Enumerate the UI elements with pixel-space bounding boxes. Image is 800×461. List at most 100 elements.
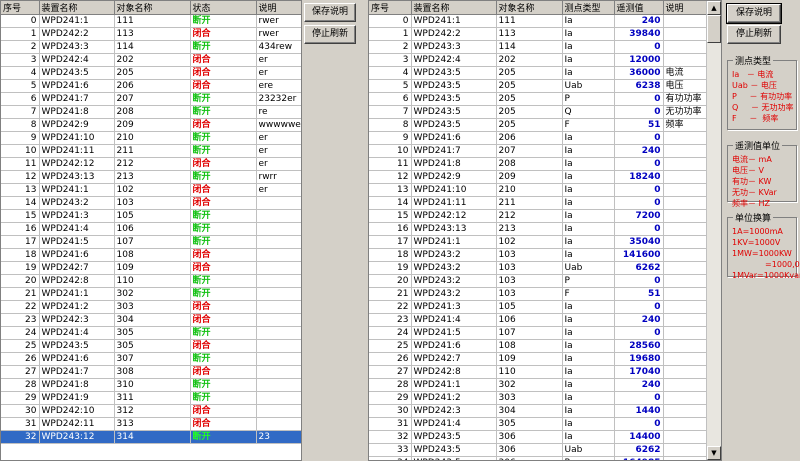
telemetry-col-header[interactable]: 装置名称 [411, 1, 497, 15]
table-row[interactable]: 16 WPD241:4 106 断开 [1, 222, 301, 236]
description-cell[interactable] [663, 131, 708, 145]
table-row[interactable]: 24 WPD241:5 107 Ia 0 [369, 326, 708, 340]
table-row[interactable]: 17 WPD241:5 107 断开 [1, 235, 301, 249]
description-cell[interactable] [663, 313, 708, 327]
table-row[interactable]: 19 WPD242:7 109 闭合 [1, 261, 301, 275]
description-cell[interactable] [256, 417, 301, 431]
telemetry-col-header[interactable]: 说明 [663, 1, 708, 15]
description-cell[interactable] [663, 378, 708, 392]
description-cell[interactable] [663, 53, 708, 67]
table-row[interactable]: 12 WPD242:9 209 Ia 18240 [369, 170, 708, 184]
table-row[interactable]: 5 WPD243:5 205 Uab 6238 电压 [369, 79, 708, 93]
description-cell[interactable] [256, 287, 301, 301]
table-row[interactable]: 20 WPD242:8 110 断开 [1, 274, 301, 288]
description-cell[interactable] [663, 209, 708, 223]
table-row[interactable]: 31 WPD241:4 305 Ia 0 [369, 417, 708, 431]
description-cell[interactable] [663, 456, 708, 460]
description-cell[interactable]: rwer [256, 27, 301, 41]
telemetry-col-header[interactable]: 序号 [369, 1, 412, 15]
table-row[interactable]: 23 WPD241:4 106 Ia 240 [369, 313, 708, 327]
table-row[interactable]: 32 WPD243:12 314 断开 23 [1, 430, 301, 444]
table-row[interactable]: 33 WPD243:5 306 Uab 6262 [369, 443, 708, 457]
table-row[interactable]: 8 WPD243:5 205 F 51 频率 [369, 118, 708, 132]
description-cell[interactable] [663, 443, 708, 457]
description-cell[interactable]: er [256, 144, 301, 158]
scroll-up-arrow-icon[interactable]: ▲ [707, 1, 721, 15]
telemetry-col-header[interactable]: 遥测值 [614, 1, 664, 15]
table-row[interactable]: 24 WPD241:4 305 断开 [1, 326, 301, 340]
description-cell[interactable] [663, 261, 708, 275]
description-cell[interactable] [663, 404, 708, 418]
table-row[interactable]: 27 WPD241:7 308 闭合 [1, 365, 301, 379]
table-row[interactable]: 10 WPD241:11 211 断开 er [1, 144, 301, 158]
table-row[interactable]: 6 WPD241:7 207 断开 23232er [1, 92, 301, 106]
table-row[interactable]: 26 WPD241:6 307 断开 [1, 352, 301, 366]
description-cell[interactable] [663, 27, 708, 41]
save-description-button[interactable]: 保存说明 [304, 3, 356, 22]
table-row[interactable]: 3 WPD242:4 202 闭合 er [1, 53, 301, 67]
description-cell[interactable]: 频率 [663, 118, 708, 132]
stop-refresh-button[interactable]: 停止刷新 [304, 25, 356, 44]
telemetry-col-header[interactable]: 对象名称 [496, 1, 563, 15]
description-cell[interactable] [256, 196, 301, 210]
table-row[interactable]: 1 WPD242:2 113 闭合 rwer [1, 27, 301, 41]
status-col-header[interactable]: 说明 [256, 1, 301, 15]
description-cell[interactable] [256, 248, 301, 262]
description-cell[interactable]: wwwwwer [256, 118, 301, 132]
description-cell[interactable]: 有功功率 [663, 92, 708, 106]
description-cell[interactable] [663, 170, 708, 184]
table-row[interactable]: 14 WPD243:2 103 闭合 [1, 196, 301, 210]
description-cell[interactable]: 434rew [256, 40, 301, 54]
table-row[interactable]: 20 WPD243:2 103 P 0 [369, 274, 708, 288]
table-row[interactable]: 13 WPD241:1 102 闭合 er [1, 183, 301, 197]
description-cell[interactable] [256, 209, 301, 223]
description-cell[interactable] [663, 14, 708, 28]
table-row[interactable]: 18 WPD241:6 108 闭合 [1, 248, 301, 262]
description-cell[interactable]: er [256, 66, 301, 80]
save-description-button-right[interactable]: 保存说明 [726, 3, 782, 24]
stop-refresh-button-right[interactable]: 停止刷新 [727, 25, 781, 44]
description-cell[interactable] [256, 261, 301, 275]
table-row[interactable]: 27 WPD242:8 110 Ia 17040 [369, 365, 708, 379]
description-cell[interactable] [663, 157, 708, 171]
table-row[interactable]: 4 WPD243:5 205 闭合 er [1, 66, 301, 80]
table-row[interactable]: 26 WPD242:7 109 Ia 19680 [369, 352, 708, 366]
table-row[interactable]: 19 WPD243:2 103 Uab 6262 [369, 261, 708, 275]
description-cell[interactable] [663, 274, 708, 288]
description-cell[interactable]: 23 [256, 430, 301, 444]
description-cell[interactable] [256, 391, 301, 405]
description-cell[interactable] [256, 300, 301, 314]
description-cell[interactable]: er [256, 131, 301, 145]
table-row[interactable]: 17 WPD241:1 102 Ia 35040 [369, 235, 708, 249]
description-cell[interactable] [663, 430, 708, 444]
description-cell[interactable] [663, 365, 708, 379]
description-cell[interactable] [256, 352, 301, 366]
table-row[interactable]: 21 WPD243:2 103 F 51 [369, 287, 708, 301]
table-row[interactable]: 22 WPD241:3 105 Ia 0 [369, 300, 708, 314]
description-cell[interactable]: er [256, 53, 301, 67]
description-cell[interactable] [663, 326, 708, 340]
description-cell[interactable] [256, 274, 301, 288]
table-row[interactable]: 21 WPD241:1 302 断开 [1, 287, 301, 301]
table-row[interactable]: 5 WPD241:6 206 闭合 ere [1, 79, 301, 93]
table-row[interactable]: 8 WPD242:9 209 闭合 wwwwwer [1, 118, 301, 132]
scroll-thumb[interactable] [707, 15, 721, 43]
table-row[interactable]: 7 WPD243:5 205 Q 0 无功功率 [369, 105, 708, 119]
description-cell[interactable] [663, 248, 708, 262]
table-row[interactable]: 18 WPD243:2 103 Ia 141600 [369, 248, 708, 262]
table-row[interactable]: 15 WPD241:3 105 断开 [1, 209, 301, 223]
description-cell[interactable] [256, 339, 301, 353]
description-cell[interactable] [663, 40, 708, 54]
table-row[interactable]: 7 WPD241:8 208 断开 re [1, 105, 301, 119]
table-row[interactable]: 11 WPD241:8 208 Ia 0 [369, 157, 708, 171]
description-cell[interactable]: ere [256, 79, 301, 93]
table-row[interactable]: 1 WPD242:2 113 Ia 39840 [369, 27, 708, 41]
table-row[interactable]: 29 WPD241:9 311 断开 [1, 391, 301, 405]
table-row[interactable]: 30 WPD242:10 312 闭合 [1, 404, 301, 418]
telemetry-col-header[interactable]: 测点类型 [562, 1, 615, 15]
description-cell[interactable] [663, 222, 708, 236]
table-row[interactable]: 25 WPD243:5 305 闭合 [1, 339, 301, 353]
description-cell[interactable]: rwer [256, 14, 301, 28]
vertical-scrollbar[interactable]: ▲ ▼ [706, 1, 721, 460]
table-row[interactable]: 30 WPD242:3 304 Ia 1440 [369, 404, 708, 418]
